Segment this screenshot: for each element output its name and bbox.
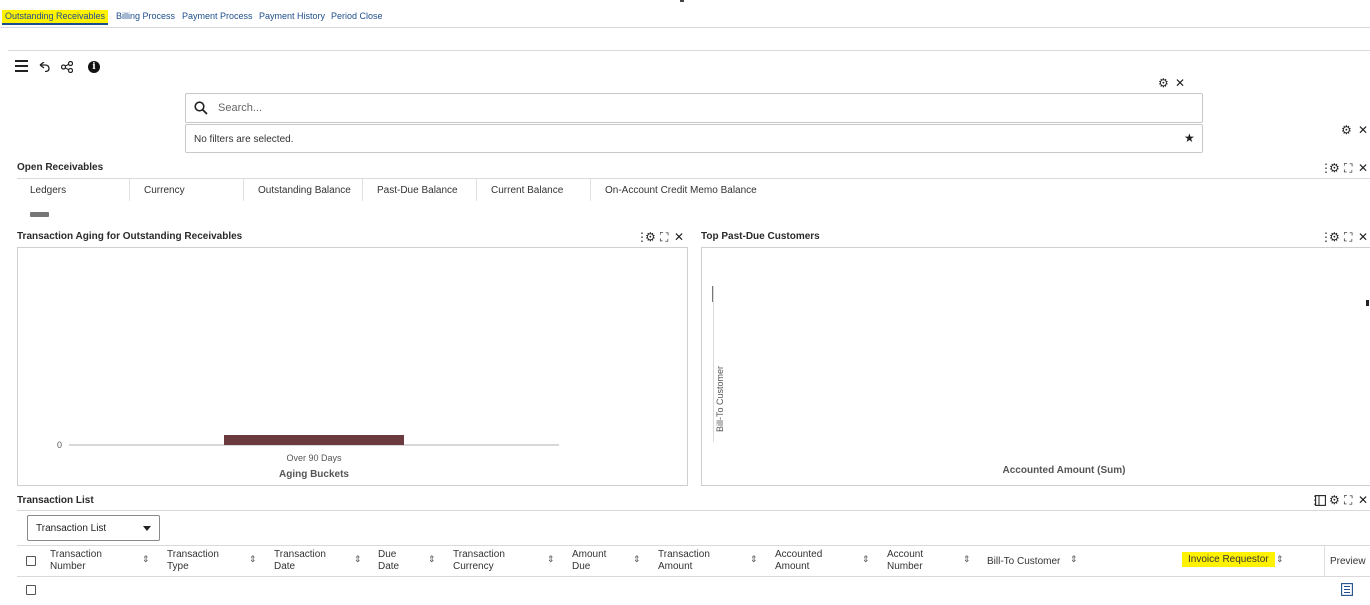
- tab-bar: Outstanding Receivables Billing Process …: [0, 0, 1370, 28]
- transaction-list-select[interactable]: Transaction List: [27, 515, 160, 541]
- y-tick-label: 0: [57, 440, 62, 450]
- favorite-star-icon[interactable]: ★: [1184, 132, 1195, 144]
- tab-billing-process[interactable]: Billing Process: [116, 11, 175, 21]
- search-settings-gear-icon[interactable]: ⚙: [1158, 77, 1169, 89]
- transaction-list-maximize-icon[interactable]: ⛶: [1344, 494, 1352, 506]
- th-account-number[interactable]: Account Number: [887, 549, 923, 573]
- column-currency[interactable]: Currency: [129, 179, 185, 201]
- top-customers-maximize-icon[interactable]: ⛶: [1344, 231, 1352, 243]
- search-close-icon[interactable]: ✕: [1175, 77, 1185, 89]
- transaction-list-title: Transaction List: [17, 495, 94, 506]
- transaction-list-select-value: Transaction List: [36, 523, 107, 534]
- tab-outstanding-receivables[interactable]: Outstanding Receivables: [2, 10, 109, 25]
- x-tick-label: Over 90 Days: [286, 453, 342, 463]
- aging-maximize-icon[interactable]: ⛶: [660, 231, 668, 243]
- tab-payment-history[interactable]: Payment History: [259, 11, 325, 21]
- aging-chart-panel: 0 Over 90 Days Aging Buckets: [17, 247, 688, 486]
- sort-transaction-number-icon[interactable]: ⇕: [142, 555, 150, 564]
- transaction-list-divider: [17, 510, 1370, 511]
- top-customers-xlabel: Accounted Amount (Sum): [1002, 465, 1126, 476]
- top-marker: [680, 0, 684, 2]
- x-ticks: [888, 457, 1188, 458]
- column-ledgers[interactable]: Ledgers: [30, 179, 66, 201]
- y-axis-line: [713, 286, 714, 442]
- open-receivables-gear-icon[interactable]: ⚙: [1329, 162, 1340, 174]
- th-transaction-amount[interactable]: Transaction Amount: [658, 549, 710, 573]
- top-customers-close-icon[interactable]: ✕: [1358, 231, 1368, 243]
- sort-transaction-amount-icon[interactable]: ⇕: [750, 555, 758, 564]
- th-transaction-date[interactable]: Transaction Date: [274, 549, 326, 573]
- top-customers-gear-icon[interactable]: ⚙: [1329, 231, 1340, 243]
- sort-transaction-currency-icon[interactable]: ⇕: [547, 555, 555, 564]
- aging-gear-icon[interactable]: ⚙: [645, 231, 656, 243]
- page-settings-gear-icon[interactable]: ⚙: [1341, 124, 1352, 136]
- top-customers-ylabel: Bill-To Customer: [715, 366, 725, 433]
- open-receivables-close-icon[interactable]: ✕: [1358, 162, 1368, 174]
- filter-bar[interactable]: No filters are selected. ★: [185, 124, 1203, 153]
- chevron-down-icon: [143, 526, 151, 531]
- table-header-top-border: [17, 545, 1370, 546]
- preview-document-icon[interactable]: [1341, 583, 1353, 596]
- menu-icon[interactable]: [15, 60, 29, 72]
- th-bill-to-customer[interactable]: Bill-To Customer: [987, 556, 1060, 568]
- sort-transaction-date-icon[interactable]: ⇕: [354, 555, 362, 564]
- th-transaction-number[interactable]: Transaction Number: [50, 549, 102, 573]
- page-close-icon[interactable]: ✕: [1358, 124, 1368, 136]
- aging-chart-svg: 0 Over 90 Days Aging Buckets: [57, 435, 559, 480]
- th-preview: Preview: [1330, 556, 1366, 567]
- open-receivables-table-header: Ledgers Currency Outstanding Balance Pas…: [17, 178, 1370, 201]
- tab-payment-process[interactable]: Payment Process: [182, 11, 253, 21]
- sort-accounted-amount-icon[interactable]: ⇕: [862, 555, 870, 564]
- row-fragment: [30, 212, 49, 217]
- table-header-bottom-border: [17, 576, 1370, 577]
- sort-invoice-requestor-icon[interactable]: ⇕: [1276, 555, 1284, 564]
- transaction-list-close-icon[interactable]: ✕: [1358, 494, 1368, 506]
- th-amount-due[interactable]: Amount Due: [572, 549, 606, 573]
- toolbar-divider: [8, 50, 1370, 51]
- aging-chart-title: Transaction Aging for Outstanding Receiv…: [17, 231, 243, 242]
- th-due-date[interactable]: Due Date: [378, 549, 399, 573]
- info-icon[interactable]: i: [88, 61, 100, 73]
- undo-icon[interactable]: [38, 62, 50, 72]
- sort-transaction-type-icon[interactable]: ⇕: [249, 555, 257, 564]
- column-current-balance[interactable]: Current Balance: [476, 179, 563, 201]
- column-outstanding-balance[interactable]: Outstanding Balance: [243, 179, 351, 201]
- bar-over-90-days: [224, 435, 404, 445]
- edge-marker: [1366, 300, 1369, 306]
- th-transaction-type[interactable]: Transaction Type: [167, 549, 219, 573]
- sort-account-number-icon[interactable]: ⇕: [963, 555, 971, 564]
- filter-status-text: No filters are selected.: [194, 134, 294, 145]
- row-checkbox[interactable]: [26, 585, 36, 595]
- column-past-due-balance[interactable]: Past-Due Balance: [362, 179, 458, 201]
- column-on-account-credit-memo-balance[interactable]: On-Account Credit Memo Balance: [590, 179, 757, 201]
- top-customers-title: Top Past-Due Customers: [701, 231, 820, 242]
- sort-due-date-icon[interactable]: ⇕: [428, 555, 436, 564]
- search-input[interactable]: Search...: [185, 93, 1203, 123]
- search-icon: [194, 101, 208, 115]
- th-invoice-requestor[interactable]: Invoice Requestor: [1182, 552, 1275, 567]
- preview-column-separator: [1324, 546, 1325, 576]
- x-axis-title: Aging Buckets: [279, 469, 349, 480]
- th-accounted-amount[interactable]: Accounted Amount: [775, 549, 822, 573]
- transaction-list-gear-icon[interactable]: ⚙: [1329, 494, 1340, 506]
- search-placeholder: Search...: [218, 102, 263, 114]
- open-receivables-title: Open Receivables: [17, 162, 104, 173]
- aging-close-icon[interactable]: ✕: [674, 231, 684, 243]
- tab-period-close[interactable]: Period Close: [331, 11, 383, 21]
- open-receivables-maximize-icon[interactable]: ⛶: [1344, 162, 1352, 174]
- th-transaction-currency[interactable]: Transaction Currency: [453, 549, 505, 573]
- transaction-list-panel-icon[interactable]: [1315, 495, 1326, 506]
- sort-amount-due-icon[interactable]: ⇕: [633, 555, 641, 564]
- sort-bill-to-customer-icon[interactable]: ⇕: [1070, 555, 1078, 564]
- share-icon[interactable]: [61, 61, 73, 73]
- select-all-checkbox[interactable]: [26, 556, 36, 566]
- top-customers-panel: Bill-To Customer Accounted Amount (Sum): [701, 247, 1370, 486]
